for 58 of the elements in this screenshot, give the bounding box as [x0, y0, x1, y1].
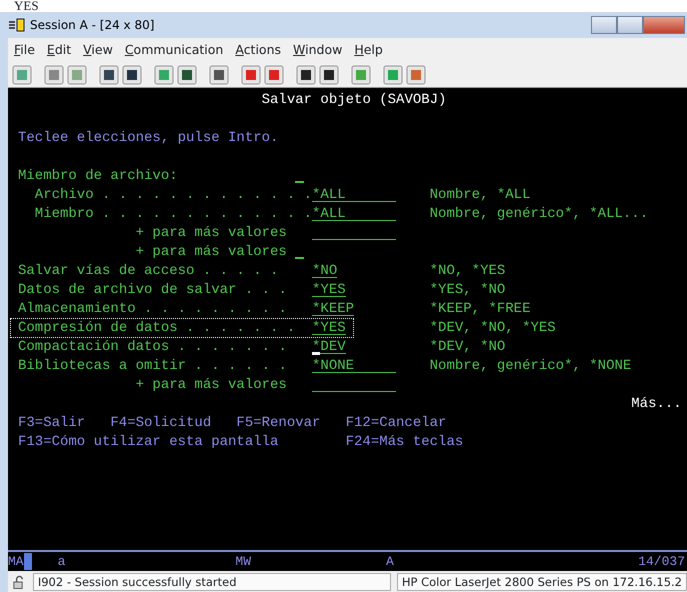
status-indicator: MA: [8, 552, 24, 571]
status-message: I902 - Session successfully started: [32, 572, 391, 590]
window-title: Session A - [24 x 80]: [30, 17, 154, 34]
input-field[interactable]: *ALL: [312, 186, 396, 202]
hint-text: *DEV, *NO, *YES: [430, 320, 556, 336]
function-key-label: F13=Cómo utilizar esta pantalla: [18, 433, 280, 452]
close-button[interactable]: [643, 16, 685, 34]
indicator-block: [24, 553, 32, 570]
document-text: YES: [14, 0, 39, 12]
input-field[interactable]: *NO: [312, 262, 338, 278]
hint-text: *YES, *NO: [430, 282, 506, 298]
hint-text: *DEV, *NO: [430, 339, 506, 355]
function-key-label: F5=Renovar: [236, 414, 322, 433]
input-field[interactable]: *KEEP: [312, 300, 354, 316]
screen-title: Salvar objeto (SAVOBJ): [260, 91, 448, 110]
printer-status: HP Color LaserJet 2800 Series PS on 172.16.15.2: [396, 572, 687, 590]
input-field[interactable]: *YES: [312, 281, 346, 297]
input-field[interactable]: *NONE: [312, 357, 396, 373]
parameter-label: Compresión de datos . . . . . . .: [18, 320, 296, 336]
more-values-label: + para más valores: [134, 244, 287, 260]
more-values-label: + para más valores: [134, 225, 287, 241]
parameter-label: Almacenamiento . . . . . . . . .: [18, 301, 287, 317]
instruction-text: Teclee elecciones, pulse Intro.: [18, 129, 280, 148]
parameter-label: Datos de archivo de salvar . . .: [18, 282, 287, 298]
parameter-label: Compactación datos . . . . . . .: [18, 339, 287, 355]
function-key-label: F3=Salir: [18, 414, 86, 433]
status-indicator: A: [386, 552, 394, 571]
cursor-position: 14/037: [638, 552, 685, 571]
function-key-label: F24=Más teclas: [346, 433, 464, 452]
terminal-icon: [8, 18, 26, 32]
hint-text: Nombre, genérico*, *ALL...: [430, 206, 648, 222]
menu-item[interactable]: Help: [354, 40, 383, 60]
parameter-label: Bibliotecas a omitir . . . . . .: [18, 358, 287, 374]
menu-item[interactable]: Window: [293, 40, 342, 60]
minimize-button[interactable]: [591, 16, 617, 34]
menu-item[interactable]: View: [83, 40, 113, 60]
menu-item[interactable]: Actions: [235, 40, 282, 60]
parameter-label: Salvar vías de acceso . . . . .: [18, 263, 278, 279]
menu-item[interactable]: File: [14, 40, 35, 60]
hint-text: *NO, *YES: [430, 263, 506, 279]
menu-item[interactable]: Communication: [124, 40, 224, 60]
function-key-label: F4=Solicitud: [110, 414, 212, 433]
maximize-button[interactable]: [617, 16, 643, 34]
parameter-label: Miembro . . . . . . . . . . . . .: [34, 206, 312, 222]
parameter-label: Archivo . . . . . . . . . . . . .: [34, 187, 312, 203]
input-field[interactable]: *DEV: [312, 338, 346, 354]
hint-text: Nombre, *ALL: [430, 187, 530, 203]
hint-text: Nombre, genérico*, *NONE: [430, 358, 632, 374]
function-key-label: F12=Cancelar: [346, 414, 448, 433]
input-field[interactable]: *YES: [312, 319, 346, 335]
status-indicator: MW: [235, 552, 252, 571]
group-label: Miembro de archivo:: [18, 168, 178, 184]
status-indicator: a: [58, 552, 66, 571]
more-values-label: + para más valores: [134, 377, 287, 393]
hint-text: *KEEP, *FREE: [430, 301, 530, 317]
more-indicator: Más...: [631, 396, 682, 412]
menu-item[interactable]: Edit: [46, 40, 72, 60]
input-field[interactable]: *ALL: [312, 205, 396, 221]
